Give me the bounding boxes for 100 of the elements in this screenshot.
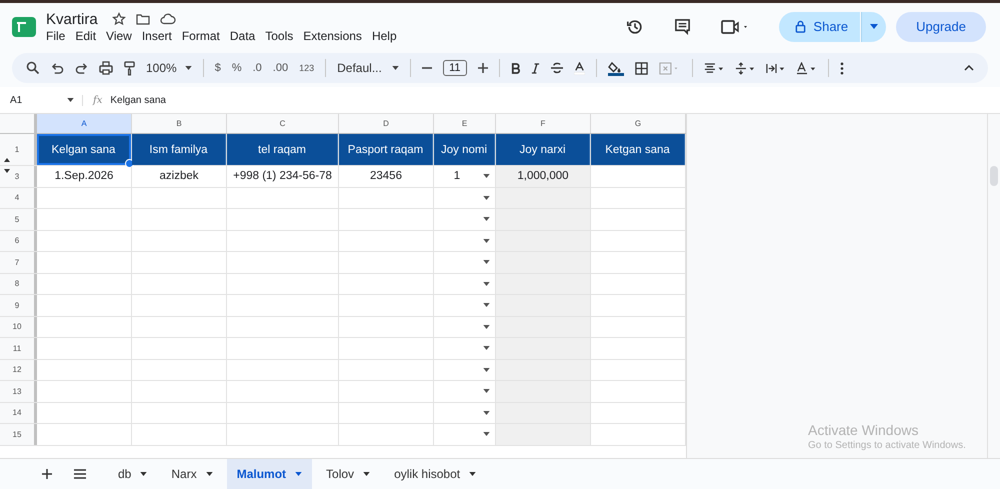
- lock-icon: [795, 20, 806, 33]
- search-icon[interactable]: [26, 61, 40, 75]
- text-color-icon[interactable]: [574, 62, 585, 74]
- dropdown-arrow-icon[interactable]: [483, 368, 490, 372]
- hidden-rows-up-icon[interactable]: [4, 158, 10, 162]
- collapse-icon[interactable]: [964, 65, 974, 71]
- dropdown-arrow-icon[interactable]: [483, 217, 490, 222]
- history-icon[interactable]: [626, 18, 644, 36]
- percent-format-button[interactable]: %: [232, 62, 242, 74]
- row-header[interactable]: 8: [0, 274, 37, 294]
- currency-format-button[interactable]: $: [214, 62, 221, 74]
- formula-field[interactable]: Kelgan sana: [110, 94, 166, 106]
- row-header[interactable]: 11: [0, 338, 37, 358]
- zoom-select[interactable]: 100%: [146, 61, 192, 75]
- strikethrough-icon[interactable]: [550, 62, 563, 74]
- name-box[interactable]: A1: [0, 94, 83, 106]
- decrease-decimal-button[interactable]: .0: [252, 62, 262, 74]
- dropdown-arrow-icon[interactable]: [483, 174, 490, 178]
- row-header[interactable]: 1: [0, 134, 37, 165]
- row-header[interactable]: 4: [0, 188, 37, 208]
- dropdown-arrow-icon[interactable]: [483, 238, 490, 243]
- column-header[interactable]: C: [227, 114, 339, 133]
- column-title-cell: Ketgan sana: [591, 134, 685, 165]
- number-format-button[interactable]: 123: [299, 63, 314, 73]
- scrollbar-thumb[interactable]: [990, 166, 998, 186]
- dropdown-arrow-icon[interactable]: [483, 346, 490, 350]
- sheet-tab[interactable]: oylik hisobot: [384, 459, 486, 489]
- row-header[interactable]: 15: [0, 424, 37, 444]
- column-header[interactable]: F: [496, 114, 591, 133]
- print-icon[interactable]: [99, 61, 113, 75]
- caret-icon: [206, 472, 213, 476]
- column-header[interactable]: D: [339, 114, 434, 133]
- column-title-cell: Joy narxi: [496, 134, 590, 165]
- borders-icon[interactable]: [634, 62, 648, 74]
- row-header[interactable]: 7: [0, 252, 37, 272]
- share-dropdown-button[interactable]: [861, 12, 886, 42]
- caret-icon: [392, 66, 400, 70]
- sheet-tab[interactable]: db: [108, 459, 158, 489]
- dropdown-arrow-icon[interactable]: [483, 282, 490, 286]
- menu-item[interactable]: File: [46, 28, 66, 42]
- column-title-cell: Ism familya: [132, 134, 226, 165]
- dropdown-arrow-icon[interactable]: [483, 196, 490, 200]
- font-size-field[interactable]: 11: [443, 60, 467, 76]
- folder-icon[interactable]: [136, 13, 150, 25]
- comment-icon[interactable]: [674, 18, 692, 35]
- star-icon[interactable]: [112, 12, 126, 26]
- table-cell-text: 1: [452, 169, 462, 184]
- sheet-tab[interactable]: Narx: [161, 459, 223, 489]
- row-header[interactable]: 3: [0, 166, 37, 186]
- row-header[interactable]: 10: [0, 316, 37, 337]
- caret-icon: [870, 24, 878, 29]
- menu-item[interactable]: View: [106, 28, 132, 42]
- column-title-cell: tel raqam: [227, 134, 338, 165]
- dropdown-arrow-icon[interactable]: [483, 303, 490, 308]
- cloud-icon[interactable]: [160, 13, 176, 25]
- caret-icon: [469, 472, 476, 476]
- sheet-tab[interactable]: Malumot: [226, 459, 312, 489]
- menu-icon[interactable]: [74, 469, 86, 479]
- paint-format-icon[interactable]: [124, 60, 135, 76]
- row-header[interactable]: 5: [0, 209, 37, 230]
- column-header[interactable]: A: [37, 114, 132, 133]
- row-header[interactable]: 12: [0, 360, 37, 380]
- row-header[interactable]: 9: [0, 295, 37, 316]
- row-header[interactable]: 6: [0, 230, 37, 251]
- dropdown-arrow-icon[interactable]: [483, 324, 490, 329]
- menu-item[interactable]: Format: [182, 28, 220, 42]
- dropdown-arrow-icon[interactable]: [483, 410, 490, 415]
- fill-color-icon[interactable]: [608, 60, 624, 76]
- text-rotation-icon[interactable]: [796, 62, 817, 74]
- undo-icon[interactable]: [51, 62, 64, 74]
- add-sheet-icon[interactable]: [42, 469, 52, 479]
- plus-icon[interactable]: [478, 63, 488, 73]
- menu-item[interactable]: Extensions: [303, 28, 362, 42]
- row-header[interactable]: 14: [0, 402, 37, 423]
- more-options-icon[interactable]: [840, 62, 844, 74]
- row-header[interactable]: 13: [0, 381, 37, 402]
- menu-item[interactable]: Tools: [265, 28, 294, 42]
- bold-icon[interactable]: [510, 62, 520, 74]
- column-header[interactable]: B: [132, 114, 227, 133]
- dropdown-arrow-icon[interactable]: [483, 432, 490, 436]
- increase-decimal-button[interactable]: .00: [272, 62, 288, 74]
- menu-item[interactable]: Insert: [142, 28, 172, 42]
- redo-icon[interactable]: [75, 62, 88, 74]
- text-wrap-icon[interactable]: [766, 62, 786, 74]
- menu-item[interactable]: Data: [230, 28, 256, 42]
- horizontal-align-icon[interactable]: [704, 62, 724, 74]
- menu-item[interactable]: Edit: [75, 28, 96, 42]
- document-title[interactable]: Kvartira: [46, 10, 98, 28]
- sheets-logo-icon[interactable]: [12, 16, 36, 36]
- menu-item[interactable]: Help: [372, 28, 397, 42]
- italic-icon[interactable]: [530, 62, 540, 74]
- upgrade-button[interactable]: Upgrade: [896, 12, 986, 42]
- column-header[interactable]: E: [434, 114, 496, 133]
- font-select[interactable]: Defaul...: [337, 61, 400, 75]
- vertical-align-icon[interactable]: [734, 62, 755, 74]
- dropdown-arrow-icon[interactable]: [483, 260, 490, 264]
- hidden-rows-down-icon[interactable]: [4, 169, 10, 173]
- dropdown-arrow-icon[interactable]: [483, 389, 490, 394]
- share-button[interactable]: Share: [779, 12, 860, 42]
- sheet-tab[interactable]: Tolov: [316, 459, 380, 489]
